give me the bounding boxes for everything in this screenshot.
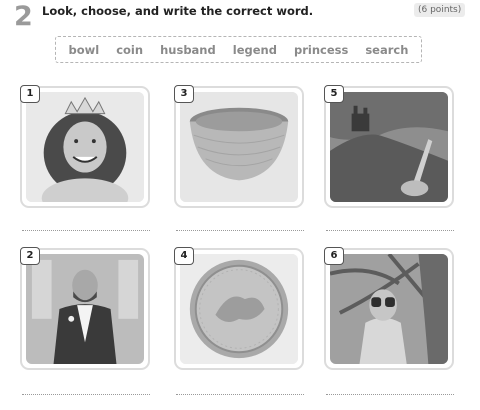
word-bank-item: search xyxy=(365,42,409,57)
item-number-badge: 3 xyxy=(174,85,194,103)
picture-card-6: 6 xyxy=(324,247,454,370)
item-number-badge: 6 xyxy=(324,247,344,265)
item-number-badge: 1 xyxy=(20,85,40,103)
bowl-photo xyxy=(180,92,298,202)
item-number-badge: 4 xyxy=(174,247,194,265)
picture-card-5: 5 xyxy=(324,85,454,208)
points-badge: (6 points) xyxy=(414,3,466,17)
picture-card-3: 3 xyxy=(174,85,304,208)
silver-coin-photo xyxy=(180,254,298,364)
castle-on-hill-photo xyxy=(330,92,448,202)
picture-card-2: 2 xyxy=(20,247,150,370)
word-bank-item: bowl xyxy=(68,42,100,57)
man-in-suit-photo xyxy=(26,254,144,364)
picture-card-1: 1 xyxy=(20,85,150,208)
word-bank-item: husband xyxy=(160,42,216,57)
answer-line-3[interactable] xyxy=(176,230,304,231)
word-bank-item: princess xyxy=(293,42,349,57)
girl-with-crown-photo xyxy=(26,92,144,202)
answer-line-2[interactable] xyxy=(22,394,150,395)
item-number-badge: 2 xyxy=(20,247,40,265)
answer-line-4[interactable] xyxy=(176,394,304,395)
answer-line-1[interactable] xyxy=(22,230,150,231)
answer-line-5[interactable] xyxy=(326,230,454,231)
word-bank-item: coin xyxy=(116,42,144,57)
answer-line-6[interactable] xyxy=(326,394,454,395)
picture-card-4: 4 xyxy=(174,247,304,370)
word-bank-item: legend xyxy=(232,42,277,57)
exercise-number: 2 xyxy=(14,1,33,32)
exercise-instruction: Look, choose, and write the correct word… xyxy=(42,4,314,18)
girl-with-binoculars-photo xyxy=(330,254,448,364)
item-number-badge: 5 xyxy=(324,85,344,103)
word-bank: bowl coin husband legend princess search xyxy=(55,36,422,63)
